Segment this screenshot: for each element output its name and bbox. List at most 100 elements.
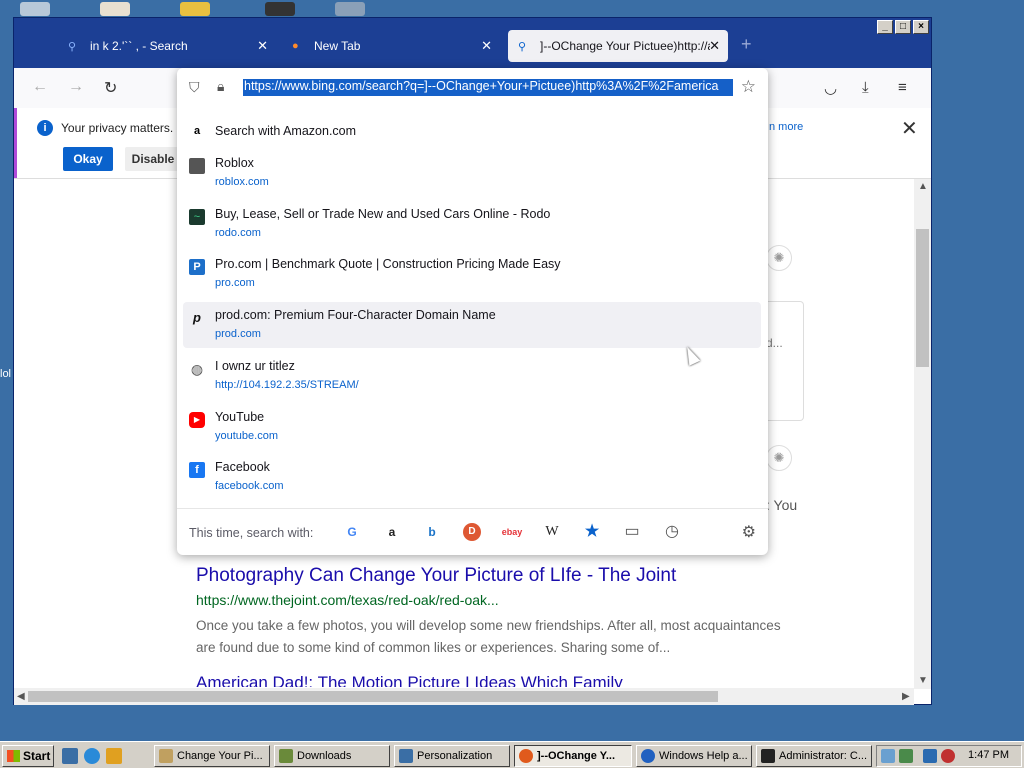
lightbulb-icon[interactable]: ✺: [766, 445, 792, 471]
suggestion-search-amazon[interactable]: a Search with Amazon.com: [183, 118, 761, 144]
taskbar-item[interactable]: Administrator: C...: [756, 745, 872, 767]
media-player-icon[interactable]: [106, 748, 122, 764]
bookmark-star-icon[interactable]: ☆: [741, 77, 756, 97]
console-icon: [761, 749, 775, 763]
url-input[interactable]: https://www.bing.com/search?q=]--OChange…: [243, 79, 733, 96]
taskbar-item[interactable]: Change Your Pi...: [154, 745, 270, 767]
minimize-button[interactable]: _: [877, 20, 893, 34]
new-tab-button[interactable]: +: [741, 34, 752, 55]
disable-button[interactable]: Disable: [125, 147, 181, 171]
forward-icon[interactable]: →: [68, 78, 84, 96]
tab-active-search[interactable]: ⚲ ]--OChange Your Pictuee)http://a ✕: [508, 30, 728, 62]
network-icon[interactable]: [923, 749, 937, 763]
ie-icon[interactable]: [84, 748, 100, 764]
result-url[interactable]: https://www.thejoint.com/texas/red-oak/r…: [196, 592, 499, 608]
suggestion-item[interactable]: Roblox roblox.com: [183, 150, 761, 194]
learn-more-link[interactable]: n more: [769, 121, 803, 133]
vertical-scrollbar[interactable]: ▲ ▼: [914, 179, 931, 689]
horizontal-scrollbar[interactable]: ◀ ▶: [14, 688, 914, 705]
desktop-icon[interactable]: [180, 2, 210, 16]
tray-icon[interactable]: [899, 749, 913, 763]
firefox-icon: ●: [292, 40, 299, 52]
facebook-icon: f: [189, 462, 205, 478]
scroll-left-icon[interactable]: ◀: [17, 691, 25, 702]
task-label: ]--OChange Y...: [537, 750, 616, 762]
maximize-button[interactable]: □: [895, 20, 911, 34]
task-label: Administrator: C...: [779, 750, 868, 762]
google-icon[interactable]: G: [343, 523, 361, 541]
tab-new-tab[interactable]: ● New Tab ✕: [282, 30, 500, 62]
suggestion-item[interactable]: p prod.com: Premium Four-Character Domai…: [183, 302, 761, 348]
suggestion-url: facebook.com: [215, 480, 284, 492]
suggestion-item[interactable]: P Pro.com | Benchmark Quote | Constructi…: [183, 251, 761, 295]
suggestion-item[interactable]: ▶ YouTube youtube.com: [183, 404, 761, 448]
suggestion-title: I ownz ur titlez: [215, 359, 295, 373]
close-window-button[interactable]: ×: [913, 20, 929, 34]
scroll-down-icon[interactable]: ▼: [918, 675, 928, 686]
taskbar-item[interactable]: Personalization: [394, 745, 510, 767]
next-result-title[interactable]: American Dad!: The Motion Picture I Idea…: [196, 673, 623, 687]
url-bar[interactable]: ⛉ 🔒︎ https://www.bing.com/search?q=]--OC…: [177, 68, 768, 108]
suggestion-url: http://104.192.2.35/STREAM/: [215, 379, 359, 391]
suggestion-url: prod.com: [215, 328, 261, 340]
amazon-icon[interactable]: a: [383, 523, 401, 541]
start-button[interactable]: Start: [2, 745, 54, 767]
bookmarks-icon[interactable]: ★: [583, 523, 601, 541]
suggestion-item[interactable]: ◍ I ownz ur titlez http://104.192.2.35/S…: [183, 353, 761, 397]
suggestion-title: prod.com: Premium Four-Character Domain …: [215, 308, 496, 322]
duckduckgo-icon[interactable]: D: [463, 523, 481, 541]
tabs-icon[interactable]: ▭: [623, 523, 641, 541]
shield-icon[interactable]: ⛉: [189, 79, 200, 96]
url-dropdown: ⛉ 🔒︎ https://www.bing.com/search?q=]--OC…: [177, 68, 768, 555]
back-icon[interactable]: ←: [32, 78, 48, 96]
close-banner-icon[interactable]: ✕: [901, 116, 918, 141]
scroll-up-icon[interactable]: ▲: [918, 181, 928, 192]
info-icon: i: [37, 120, 53, 136]
pocket-icon[interactable]: ◡: [824, 79, 837, 97]
privacy-text: Your privacy matters. Fir: [61, 121, 191, 135]
pro-icon: P: [189, 259, 205, 275]
lightbulb-icon[interactable]: ✺: [766, 245, 792, 271]
gear-icon[interactable]: ⚙: [742, 522, 756, 542]
menu-icon[interactable]: ≡: [898, 79, 907, 96]
wikipedia-icon[interactable]: W: [543, 523, 561, 541]
volume-muted-icon[interactable]: [941, 749, 955, 763]
taskbar-item[interactable]: Downloads: [274, 745, 390, 767]
close-tab-icon[interactable]: ✕: [481, 38, 492, 54]
scroll-right-icon[interactable]: ▶: [902, 691, 910, 702]
ebay-icon[interactable]: ebay: [499, 523, 525, 541]
scroll-thumb[interactable]: [916, 229, 929, 367]
suggestion-title: Roblox: [215, 156, 254, 170]
clock[interactable]: 1:47 PM: [968, 749, 1009, 761]
desktop-icon-strip: [0, 0, 1024, 18]
suggestion-item[interactable]: ~ Buy, Lease, Sell or Trade New and Used…: [183, 201, 761, 245]
downloads-icon[interactable]: ⤓: [862, 79, 869, 96]
task-label: Downloads: [297, 750, 352, 762]
lock-icon[interactable]: 🔒︎: [217, 78, 224, 95]
amazon-icon: a: [193, 125, 201, 137]
suggestion-title: Buy, Lease, Sell or Trade New and Used C…: [215, 207, 551, 221]
youtube-icon: ▶: [189, 412, 205, 428]
suggestion-item[interactable]: f Facebook facebook.com: [183, 454, 761, 498]
desktop-icon[interactable]: [335, 2, 365, 16]
bing-icon[interactable]: b: [423, 523, 441, 541]
tray-icon[interactable]: [881, 749, 895, 763]
history-icon[interactable]: ◷: [663, 523, 681, 541]
task-label: Change Your Pi...: [177, 750, 263, 762]
close-tab-icon[interactable]: ✕: [709, 38, 720, 54]
close-tab-icon[interactable]: ✕: [257, 38, 268, 54]
tab-search[interactable]: ⚲ in k 2.'`` , - Search ✕: [58, 30, 276, 62]
desktop-icon[interactable]: [100, 2, 130, 16]
taskbar-item[interactable]: ]--OChange Y...: [514, 745, 632, 767]
tab-label: ]--OChange Your Pictuee)http://a: [540, 39, 710, 53]
result-title-link[interactable]: Photography Can Change Your Picture of L…: [196, 565, 676, 587]
scroll-thumb[interactable]: [28, 691, 718, 702]
show-desktop-icon[interactable]: [62, 748, 78, 764]
desktop-icon[interactable]: [20, 2, 50, 16]
side-card[interactable]: d...: [766, 301, 804, 421]
suggestion-title: Facebook: [215, 460, 270, 474]
reload-icon[interactable]: ↻: [104, 78, 117, 98]
desktop-icon[interactable]: [265, 2, 295, 16]
okay-button[interactable]: Okay: [63, 147, 113, 171]
taskbar-item[interactable]: Windows Help a...: [636, 745, 752, 767]
